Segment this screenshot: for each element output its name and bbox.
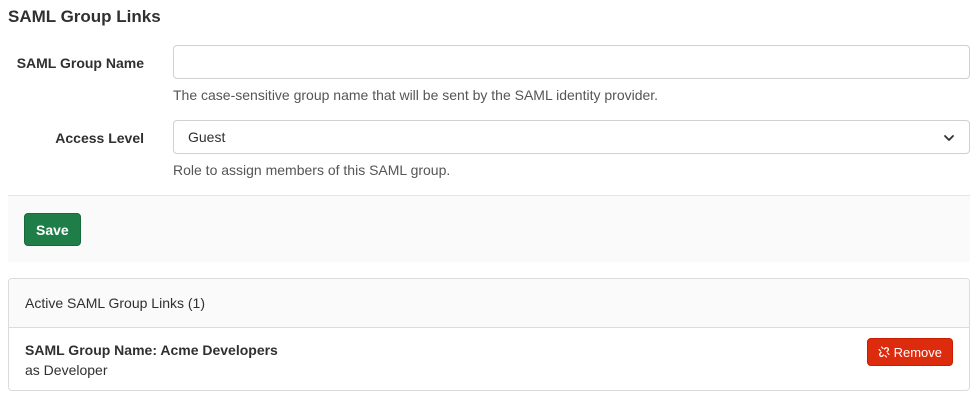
form-actions: Save [8,195,970,262]
page-title: SAML Group Links [8,7,161,26]
remove-button-label: Remove [893,344,942,360]
access-level-select[interactable]: Guest [173,120,970,154]
unlink-icon [877,346,890,358]
group-link-name: SAML Group Name: Acme Developers [25,342,278,358]
group-name-form-group: SAML Group Name The case-sensitive group… [8,44,970,104]
chevron-down-icon [943,131,955,143]
remove-button[interactable]: Remove [866,338,953,366]
list-item: SAML Group Name: Acme Developers as Deve… [9,328,969,390]
save-button[interactable]: Save [24,213,81,246]
access-level-form-group: Access Level Guest Role to assign member… [8,120,970,180]
active-links-header: Active SAML Group Links (1) [9,279,969,328]
group-name-input[interactable] [173,45,970,79]
access-level-label: Access Level [55,130,144,146]
access-level-help: Role to assign members of this SAML grou… [173,162,451,178]
saml-group-links-page: SAML Group Links SAML Group Name The cas… [0,0,980,401]
group-name-label: SAML Group Name [16,55,144,71]
group-name-help: The case-sensitive group name that will … [173,87,659,103]
access-level-selected-value: Guest [188,129,226,145]
group-link-access: as Developer [25,362,108,378]
active-links-card: Active SAML Group Links (1) SAML Group N… [8,278,970,391]
